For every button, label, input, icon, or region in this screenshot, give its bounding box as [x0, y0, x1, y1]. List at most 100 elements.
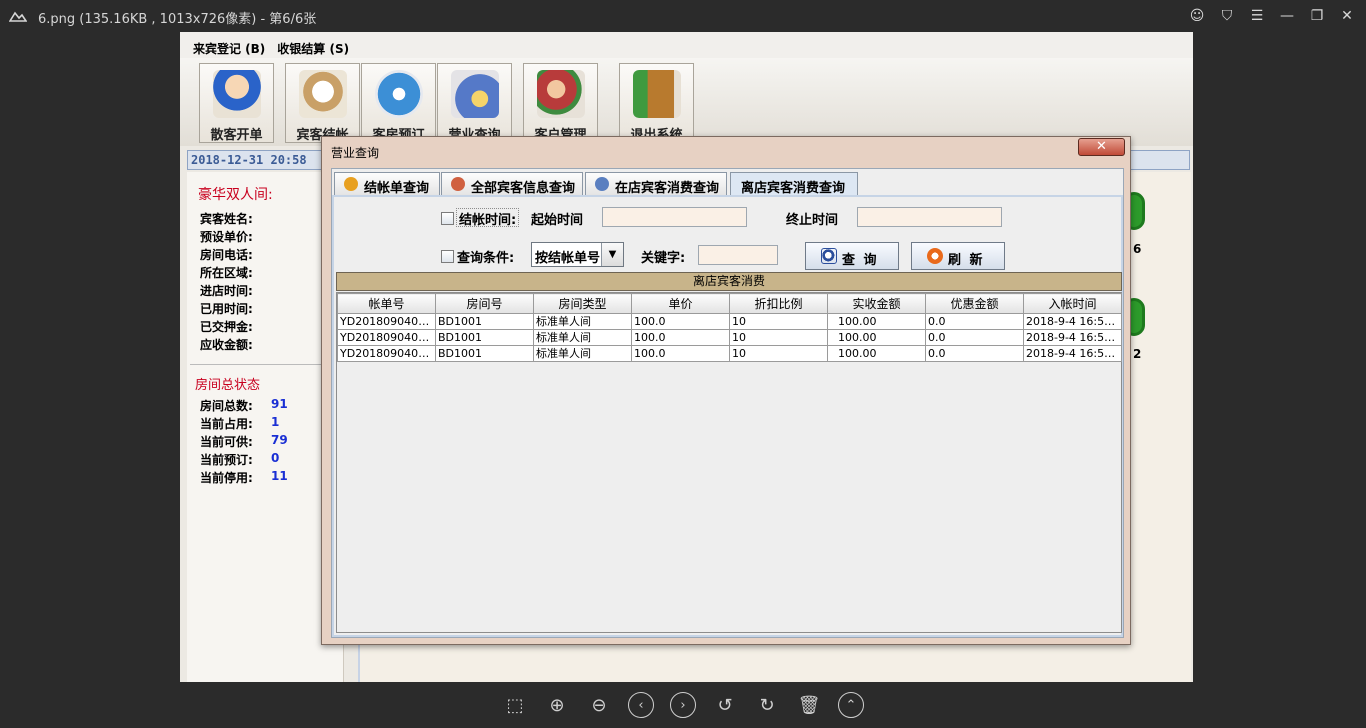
stat-label: 房间总数:	[200, 399, 253, 413]
toolbar-checkout-button[interactable]: 宾客结帐	[285, 63, 360, 143]
toolbar-customer-button[interactable]: 客户管理	[523, 63, 598, 143]
skin-icon[interactable]: ⛉	[1216, 6, 1238, 26]
cell-room-type: 标准单人间	[533, 329, 632, 346]
room-title: 豪华双人间:	[198, 187, 273, 203]
consumption-table-container[interactable]: 帐单号 房间号 房间类型 单价 折扣比例 实收金额 优惠金额 入帐时间 YD20	[336, 292, 1122, 633]
menu-guest-register[interactable]: 来宾登记 (B)	[193, 40, 265, 58]
datetime: 2018-12-31 20:58	[191, 153, 307, 167]
fit-window-icon[interactable]: ⬚	[502, 692, 528, 718]
cell-rebate: 0.0	[925, 329, 1024, 346]
column-header[interactable]: 房间类型	[533, 293, 632, 314]
delete-icon[interactable]: 🗑	[796, 692, 822, 718]
stat-label: 当前可供:	[200, 435, 253, 449]
rotate-left-icon[interactable]: ↺	[712, 692, 738, 718]
query-button-label: 查 询	[842, 253, 879, 268]
field-checkin-time: 进店时间:	[200, 284, 253, 298]
cell-bill-no: YD2018090400...	[337, 345, 436, 362]
cell-received: 100.00	[827, 313, 926, 330]
zoom-out-icon[interactable]: ⊖	[586, 692, 612, 718]
toolbar-exit-button[interactable]: 退出系统	[619, 63, 694, 143]
refresh-button-label: 刷 新	[948, 253, 985, 268]
column-header[interactable]: 优惠金额	[925, 293, 1024, 314]
person-icon	[451, 177, 465, 191]
feedback-icon[interactable]: ☺	[1186, 6, 1208, 26]
cell-received: 100.00	[827, 345, 926, 362]
condition-checkbox[interactable]	[441, 250, 454, 263]
tab-departed-consumption-query[interactable]: 离店宾客消费查询	[730, 172, 858, 196]
toolbar-business-query-button[interactable]: 营业查询	[437, 63, 512, 143]
business-query-dialog: 营业查询 ✕ 结帐单查询 全部宾客信息查询 在店宾客消费查询 离店宾客消费查询 …	[321, 136, 1131, 645]
stat-occupied: 1	[271, 415, 280, 429]
table-row[interactable]: YD2018090400... BD1001 标准单人间 100.0 10 10…	[337, 313, 1122, 330]
keyword-label: 关键字:	[641, 251, 686, 266]
cell-room-no: BD1001	[435, 313, 534, 330]
cell-entry-time: 2018-9-4 16:54...	[1023, 313, 1122, 330]
zoom-in-icon[interactable]: ⊕	[544, 692, 570, 718]
stat-disabled: 11	[271, 469, 288, 483]
tab-all-guest-query[interactable]: 全部宾客信息查询	[441, 172, 583, 196]
tab-inhouse-consumption-query[interactable]: 在店宾客消费查询	[585, 172, 727, 196]
cell-bill-no: YD2018090400...	[337, 313, 436, 330]
menu-cashier[interactable]: 收银结算 (S)	[277, 40, 349, 58]
grid-title: 离店宾客消费	[336, 272, 1122, 291]
column-header[interactable]: 入帐时间	[1023, 293, 1122, 314]
query-button[interactable]: 查 询	[805, 242, 899, 270]
minimize-icon[interactable]: —	[1276, 6, 1298, 26]
column-header[interactable]: 折扣比例	[729, 293, 828, 314]
cell-bill-no: YD2018090400...	[337, 329, 436, 346]
exit-door-icon	[632, 70, 681, 118]
chevron-down-icon[interactable]: ▼	[601, 243, 623, 266]
cell-discount: 10	[729, 329, 828, 346]
end-time-input[interactable]	[857, 207, 1002, 227]
rotate-right-icon[interactable]: ↻	[754, 692, 780, 718]
divider	[190, 364, 340, 365]
table-row[interactable]: YD2018090400... BD1001 标准单人间 100.0 10 10…	[337, 329, 1122, 346]
table-row[interactable]: YD2018090400... BD1001 标准单人间 100.0 10 10…	[337, 345, 1122, 362]
customer-icon	[536, 70, 585, 118]
tab-panel-departed: 结帐时间: 起始时间 终止时间 查询条件: 按结帐单号 ▼ 关键字: 查 询 刷…	[332, 195, 1123, 637]
dialog-content: 结帐单查询 全部宾客信息查询 在店宾客消费查询 离店宾客消费查询 结帐时间: 起…	[331, 168, 1124, 638]
start-time-input[interactable]	[602, 207, 747, 227]
toolbar-booking-button[interactable]: 客房预订	[361, 63, 436, 143]
cell-room-type: 标准单人间	[533, 313, 632, 330]
toolbar-label: 散客开单	[210, 128, 263, 143]
tab-label: 离店宾客消费查询	[741, 181, 846, 196]
stat-label: 当前停用:	[200, 471, 253, 485]
stat-available: 79	[271, 433, 288, 447]
condition-label: 查询条件:	[457, 251, 515, 266]
restore-icon[interactable]: ❐	[1306, 6, 1328, 26]
keyword-input[interactable]	[698, 245, 778, 265]
dialog-title: 营业查询	[331, 146, 380, 160]
table-header-row: 帐单号 房间号 房间类型 单价 折扣比例 实收金额 优惠金额 入帐时间	[337, 293, 1122, 314]
field-area: 所在区域:	[200, 266, 253, 280]
next-image-icon[interactable]: ›	[670, 692, 696, 718]
more-icon[interactable]: ⌃	[838, 692, 864, 718]
column-header[interactable]: 实收金额	[827, 293, 926, 314]
column-header[interactable]: 帐单号	[337, 293, 436, 314]
guest-checkin-icon	[212, 70, 261, 118]
condition-selected: 按结帐单号	[535, 251, 601, 266]
column-header[interactable]: 房间号	[435, 293, 534, 314]
column-header[interactable]: 单价	[631, 293, 730, 314]
refresh-icon	[927, 248, 943, 264]
dialog-close-button[interactable]: ✕	[1078, 138, 1125, 156]
query-tabs: 结帐单查询 全部宾客信息查询 在店宾客消费查询 离店宾客消费查询	[332, 172, 1123, 196]
checkout-time-checkbox[interactable]	[441, 212, 454, 225]
cell-price: 100.0	[631, 345, 730, 362]
checkout-time-label: 结帐时间:	[456, 208, 520, 228]
room-number: 6	[1133, 242, 1142, 256]
edit-user-icon	[595, 177, 609, 191]
field-guest-name: 宾客姓名:	[200, 212, 253, 226]
tab-checkout-query[interactable]: 结帐单查询	[334, 172, 440, 196]
field-room-phone: 房间电话:	[200, 248, 253, 262]
menu-icon[interactable]: ☰	[1246, 6, 1268, 26]
previous-image-icon[interactable]: ‹	[628, 692, 654, 718]
condition-select[interactable]: 按结帐单号 ▼	[531, 242, 624, 267]
window-controls: ☺ ⛉ ☰ — ❐ ✕	[1186, 6, 1358, 26]
close-icon[interactable]: ✕	[1336, 6, 1358, 26]
consumption-table: 帐单号 房间号 房间类型 单价 折扣比例 实收金额 优惠金额 入帐时间 YD20	[337, 293, 1122, 362]
room-number: 2	[1133, 347, 1142, 361]
magnifier-icon	[821, 248, 837, 264]
refresh-button[interactable]: 刷 新	[911, 242, 1005, 270]
toolbar-walkin-button[interactable]: 散客开单	[199, 63, 274, 143]
